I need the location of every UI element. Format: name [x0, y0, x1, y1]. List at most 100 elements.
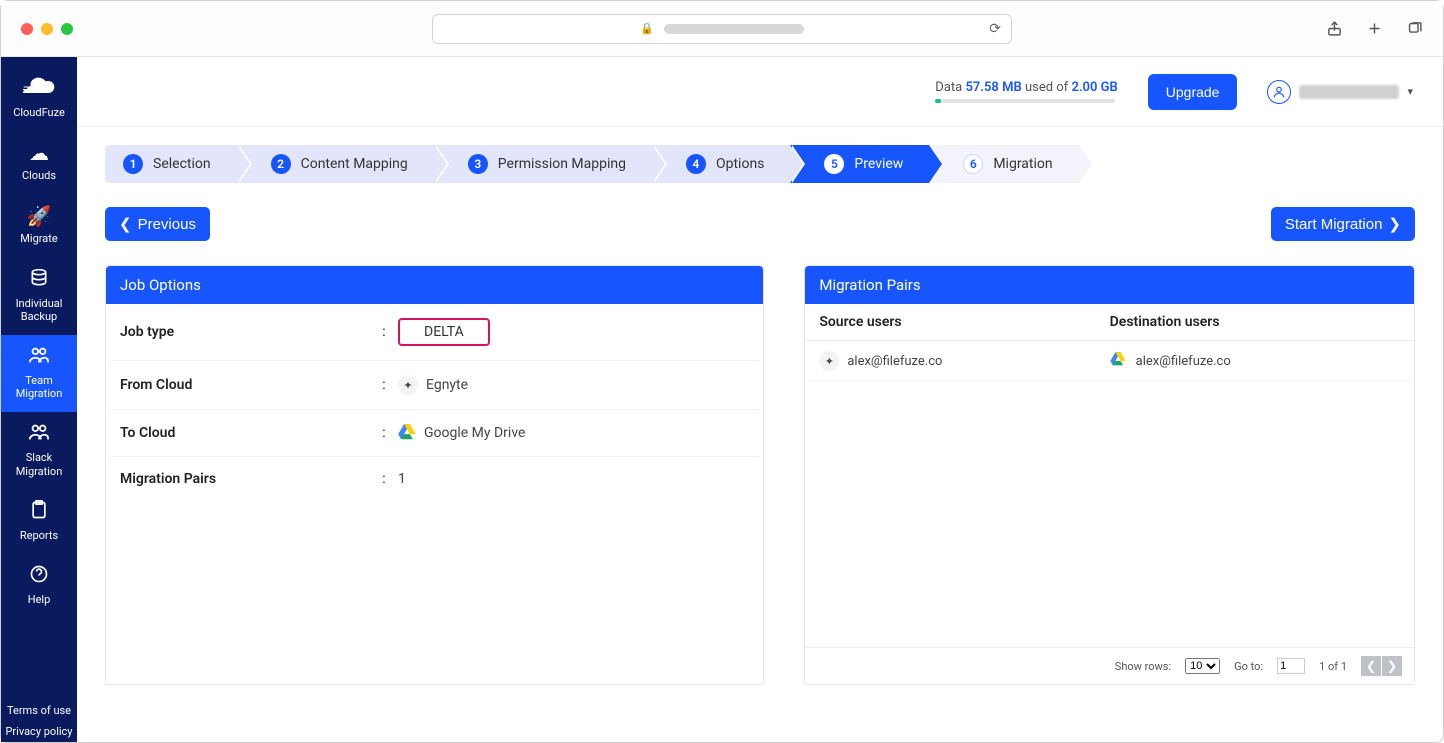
step-content-mapping[interactable]: 2 Content Mapping	[237, 145, 434, 183]
main-area: Data 57.58 MB used of 2.00 GB Upgrade ▾ …	[77, 57, 1443, 742]
migration-pairs-header: Source users Destination users	[805, 304, 1414, 341]
users-icon	[3, 345, 75, 370]
sidebar-item-label: Individual Backup	[16, 297, 63, 323]
google-drive-icon	[1110, 352, 1128, 370]
job-options-title: Job Options	[106, 266, 763, 304]
database-icon	[3, 268, 75, 293]
privacy-link[interactable]: Privacy policy	[1, 721, 77, 742]
goto-label: Go to:	[1234, 660, 1263, 673]
sidebar-brand[interactable]: CloudFuze	[1, 67, 77, 131]
sidebar-item-label: Migrate	[20, 232, 57, 245]
pager-prev-button[interactable]: ❮	[1361, 656, 1381, 676]
source-user-cell: alex@filefuze.co	[847, 354, 942, 369]
step-options[interactable]: 4 Options	[652, 145, 790, 183]
page-of-label: 1 of 1	[1319, 660, 1347, 673]
clipboard-icon	[3, 500, 75, 525]
sidebar-item-label: Help	[28, 593, 51, 606]
terms-link[interactable]: Terms of use	[1, 700, 77, 721]
from-cloud-value: Egnyte	[426, 377, 468, 393]
start-migration-button[interactable]: Start Migration ❯	[1271, 207, 1415, 241]
step-permission-mapping[interactable]: 3 Permission Mapping	[434, 145, 652, 183]
sidebar-item-clouds[interactable]: ☁ Clouds	[1, 131, 77, 194]
start-migration-label: Start Migration	[1285, 216, 1383, 233]
to-cloud-row: To Cloud : Google My Drive	[110, 410, 759, 457]
sidebar-brand-label: CloudFuze	[13, 106, 65, 119]
user-menu[interactable]: ▾	[1267, 80, 1413, 104]
from-cloud-row: From Cloud : ✦ Egnyte	[110, 361, 759, 410]
previous-button[interactable]: ❮ Previous	[105, 207, 210, 241]
sidebar-item-reports[interactable]: Reports	[1, 490, 77, 554]
goto-input[interactable]	[1277, 658, 1305, 674]
share-icon[interactable]	[1325, 20, 1343, 38]
sidebar-item-migrate[interactable]: 🚀 Migrate	[1, 194, 77, 257]
sidebar-item-label: Team Migration	[16, 374, 63, 400]
sidebar-item-help[interactable]: Help	[1, 554, 77, 618]
reload-icon[interactable]: ⟳	[989, 21, 1001, 37]
tabs-overview-icon[interactable]	[1405, 20, 1423, 38]
chevron-right-icon: ❯	[1388, 215, 1401, 233]
previous-button-label: Previous	[138, 216, 196, 233]
step-label: Migration	[993, 156, 1052, 172]
help-icon	[3, 564, 75, 589]
usage-progress-bar	[935, 99, 1115, 103]
job-options-panel: Job Options Job type : DELTA From Cloud …	[105, 265, 764, 685]
from-cloud-label: From Cloud	[120, 377, 370, 393]
migration-pairs-count-row: Migration Pairs : 1	[110, 457, 759, 501]
migration-pairs-panel: Migration Pairs Source users Destination…	[804, 265, 1415, 685]
table-row: ✦ alex@filefuze.co alex@filefuze.co	[805, 341, 1414, 382]
pager: ❮ ❯	[1361, 656, 1402, 676]
address-bar[interactable]: 🔒 ⟳	[432, 14, 1012, 44]
step-num: 1	[123, 154, 143, 174]
pager-next-button[interactable]: ❯	[1382, 656, 1402, 676]
sidebar-item-label: Clouds	[22, 169, 56, 182]
job-type-label: Job type	[120, 324, 370, 340]
users-icon	[3, 422, 75, 447]
to-cloud-label: To Cloud	[120, 425, 370, 441]
step-num: 4	[686, 154, 706, 174]
sidebar-item-label: Slack Migration	[16, 451, 63, 477]
job-type-row: Job type : DELTA	[110, 304, 759, 361]
usage-prefix: Data	[935, 80, 965, 95]
sidebar-item-label: Reports	[20, 529, 58, 542]
sidebar: CloudFuze ☁ Clouds 🚀 Migrate Individual …	[1, 57, 77, 742]
step-label: Permission Mapping	[498, 156, 626, 172]
step-label: Selection	[153, 156, 211, 172]
egnyte-icon: ✦	[398, 375, 418, 395]
usage-mid: used of	[1022, 80, 1072, 95]
table-footer: Show rows: 10 Go to: 1 of 1 ❮ ❯	[805, 647, 1414, 684]
step-migration[interactable]: 6 Migration	[929, 145, 1078, 183]
step-label: Content Mapping	[301, 156, 408, 172]
rocket-icon: 🚀	[3, 204, 75, 228]
show-rows-select[interactable]: 10	[1185, 658, 1220, 674]
step-num: 2	[271, 154, 291, 174]
step-label: Options	[716, 156, 764, 172]
avatar-icon	[1267, 80, 1291, 104]
chevron-left-icon: ❮	[119, 215, 132, 233]
destination-user-cell: alex@filefuze.co	[1136, 354, 1231, 369]
migration-pairs-count-value: 1	[398, 471, 406, 487]
step-preview[interactable]: 5Preview	[790, 145, 929, 183]
step-num: 6	[963, 154, 983, 174]
migration-pairs-title: Migration Pairs	[805, 266, 1414, 304]
upgrade-button[interactable]: Upgrade	[1148, 74, 1238, 110]
sidebar-item-team-migration[interactable]: Team Migration	[1, 335, 77, 412]
step-num: 3	[468, 154, 488, 174]
destination-users-header: Destination users	[1110, 314, 1400, 330]
sidebar-item-slack-migration[interactable]: Slack Migration	[1, 412, 77, 489]
usage-total: 2.00 GB	[1071, 80, 1117, 95]
cloudfuze-logo-icon	[3, 77, 75, 102]
close-window-icon[interactable]	[21, 23, 33, 35]
stepper: 1 Selection 2 Content Mapping 3 Permission …	[105, 145, 1415, 183]
lock-icon: 🔒	[640, 22, 654, 35]
source-users-header: Source users	[819, 314, 1109, 330]
window-controls[interactable]	[21, 23, 73, 35]
minimize-window-icon[interactable]	[41, 23, 53, 35]
egnyte-icon: ✦	[819, 351, 839, 371]
maximize-window-icon[interactable]	[61, 23, 73, 35]
to-cloud-value: Google My Drive	[424, 425, 525, 441]
step-selection[interactable]: 1 Selection	[105, 145, 237, 183]
sidebar-item-individual-backup[interactable]: Individual Backup	[1, 258, 77, 335]
google-drive-icon	[398, 424, 416, 442]
user-name-blurred	[1299, 85, 1399, 99]
new-tab-icon[interactable]	[1365, 20, 1383, 38]
